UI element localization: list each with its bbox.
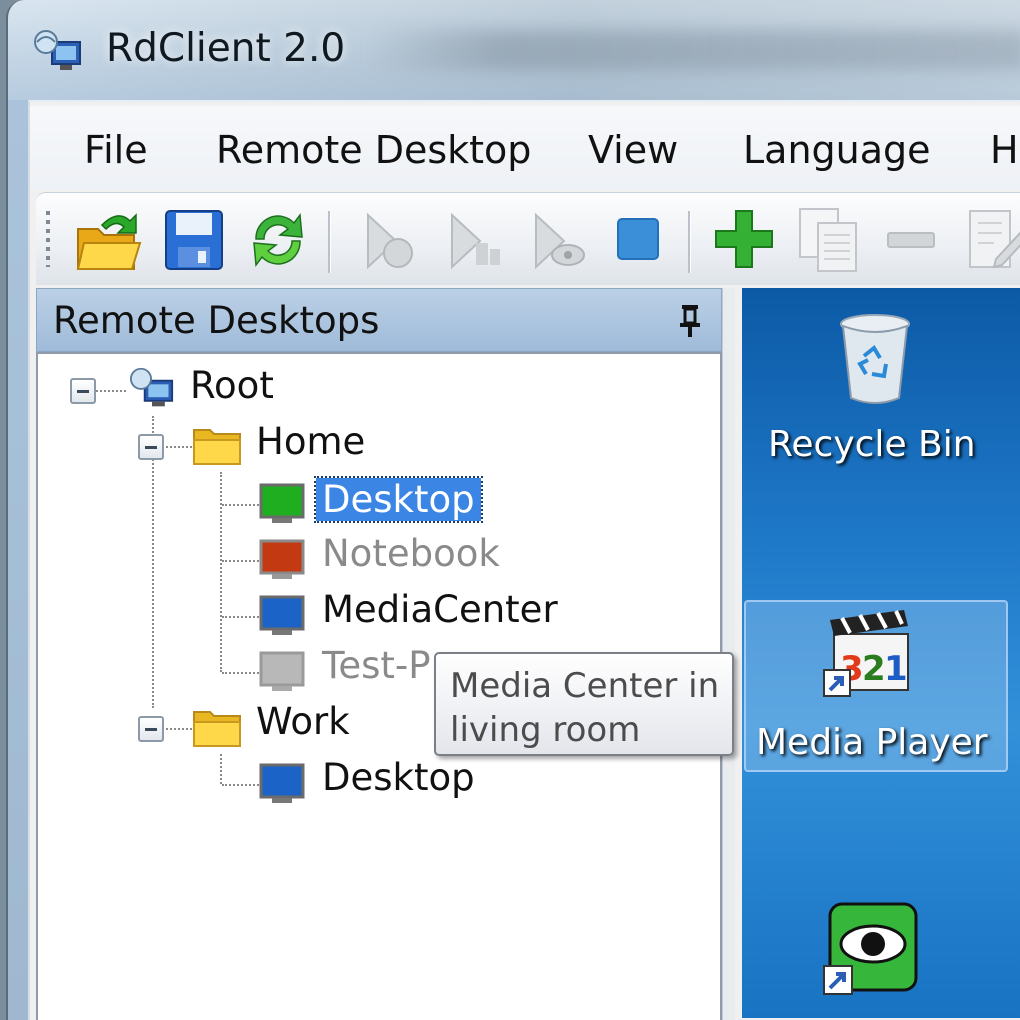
menu-help[interactable]: H	[990, 128, 1019, 172]
open-folder-icon[interactable]	[72, 203, 144, 277]
edit-icon[interactable]	[960, 203, 1020, 277]
tree-line	[222, 672, 262, 674]
app-icon	[34, 30, 81, 70]
add-icon[interactable]	[708, 203, 780, 277]
title-bar-background	[368, 30, 1020, 70]
collapse-root-button[interactable]	[70, 378, 96, 404]
monitor-icon	[259, 651, 305, 691]
connect-icon[interactable]	[352, 203, 424, 277]
tree-line	[222, 504, 262, 506]
menu-remote-desktop[interactable]: Remote Desktop	[216, 128, 531, 172]
save-icon[interactable]	[158, 203, 230, 277]
tree-line	[220, 754, 222, 784]
svg-text:2: 2	[862, 649, 886, 689]
tree-node-work-desktop[interactable]: Desktop	[322, 756, 475, 799]
desktop-icon-label[interactable]: Media Player	[756, 722, 988, 763]
panel-title: Remote Desktops	[53, 299, 380, 342]
toolbar-separator	[328, 211, 331, 273]
tooltip: Media Center in living room	[434, 652, 734, 756]
monitor-icon	[259, 539, 305, 579]
collapse-home-button[interactable]	[138, 434, 164, 460]
eye-icon[interactable]	[820, 900, 920, 1000]
app-window: RdClient 2.0 File Remote Desktop View La…	[6, 0, 1020, 1020]
menu-view[interactable]: View	[588, 128, 678, 172]
network-root-icon	[130, 367, 174, 407]
folder-icon	[193, 429, 241, 465]
toolbar	[36, 192, 1020, 285]
collapse-work-button[interactable]	[138, 716, 164, 742]
tree-node-home[interactable]: Home	[256, 420, 365, 463]
monitor-icon	[259, 763, 305, 803]
media-player-icon[interactable]: 3 2 1	[820, 606, 916, 702]
toolbar-grip[interactable]	[46, 211, 50, 267]
connect-all-icon[interactable]	[436, 203, 508, 277]
view-icon[interactable]	[520, 203, 592, 277]
tooltip-line: Media Center in	[450, 666, 720, 706]
panel-header: Remote Desktops	[36, 288, 722, 352]
refresh-icon[interactable]	[242, 203, 314, 277]
menu-bar: File Remote Desktop View Language H	[30, 106, 1020, 190]
tree-node-mediacenter[interactable]: MediaCenter	[322, 588, 558, 631]
tree-node-root[interactable]: Root	[190, 364, 274, 407]
desktop-icon-label[interactable]: Recycle Bin	[768, 424, 976, 465]
tree-node-notebook[interactable]: Notebook	[322, 532, 500, 575]
copy-icon[interactable]	[792, 203, 864, 277]
tree-line	[96, 390, 126, 392]
monitor-icon	[259, 483, 305, 523]
tree-node-work[interactable]: Work	[256, 700, 350, 743]
tree-line	[220, 472, 222, 672]
tree-line	[222, 616, 262, 618]
stop-icon[interactable]	[604, 203, 676, 277]
tree-node-home-desktop[interactable]: Desktop	[314, 476, 483, 523]
tree-line	[222, 560, 262, 562]
folder-icon	[193, 711, 241, 747]
menu-language[interactable]: Language	[743, 128, 931, 172]
window-title: RdClient 2.0	[106, 26, 346, 71]
menu-file[interactable]: File	[84, 128, 148, 172]
recycle-bin-icon[interactable]	[838, 312, 912, 408]
pin-icon[interactable]	[679, 303, 701, 339]
svg-text:1: 1	[884, 649, 908, 689]
tree-line	[222, 784, 262, 786]
tree-node-test-pc[interactable]: Test-P	[322, 644, 431, 687]
toolbar-separator	[688, 211, 691, 273]
tooltip-line: living room	[450, 710, 641, 750]
monitor-icon	[259, 595, 305, 635]
remove-icon[interactable]	[876, 203, 948, 277]
